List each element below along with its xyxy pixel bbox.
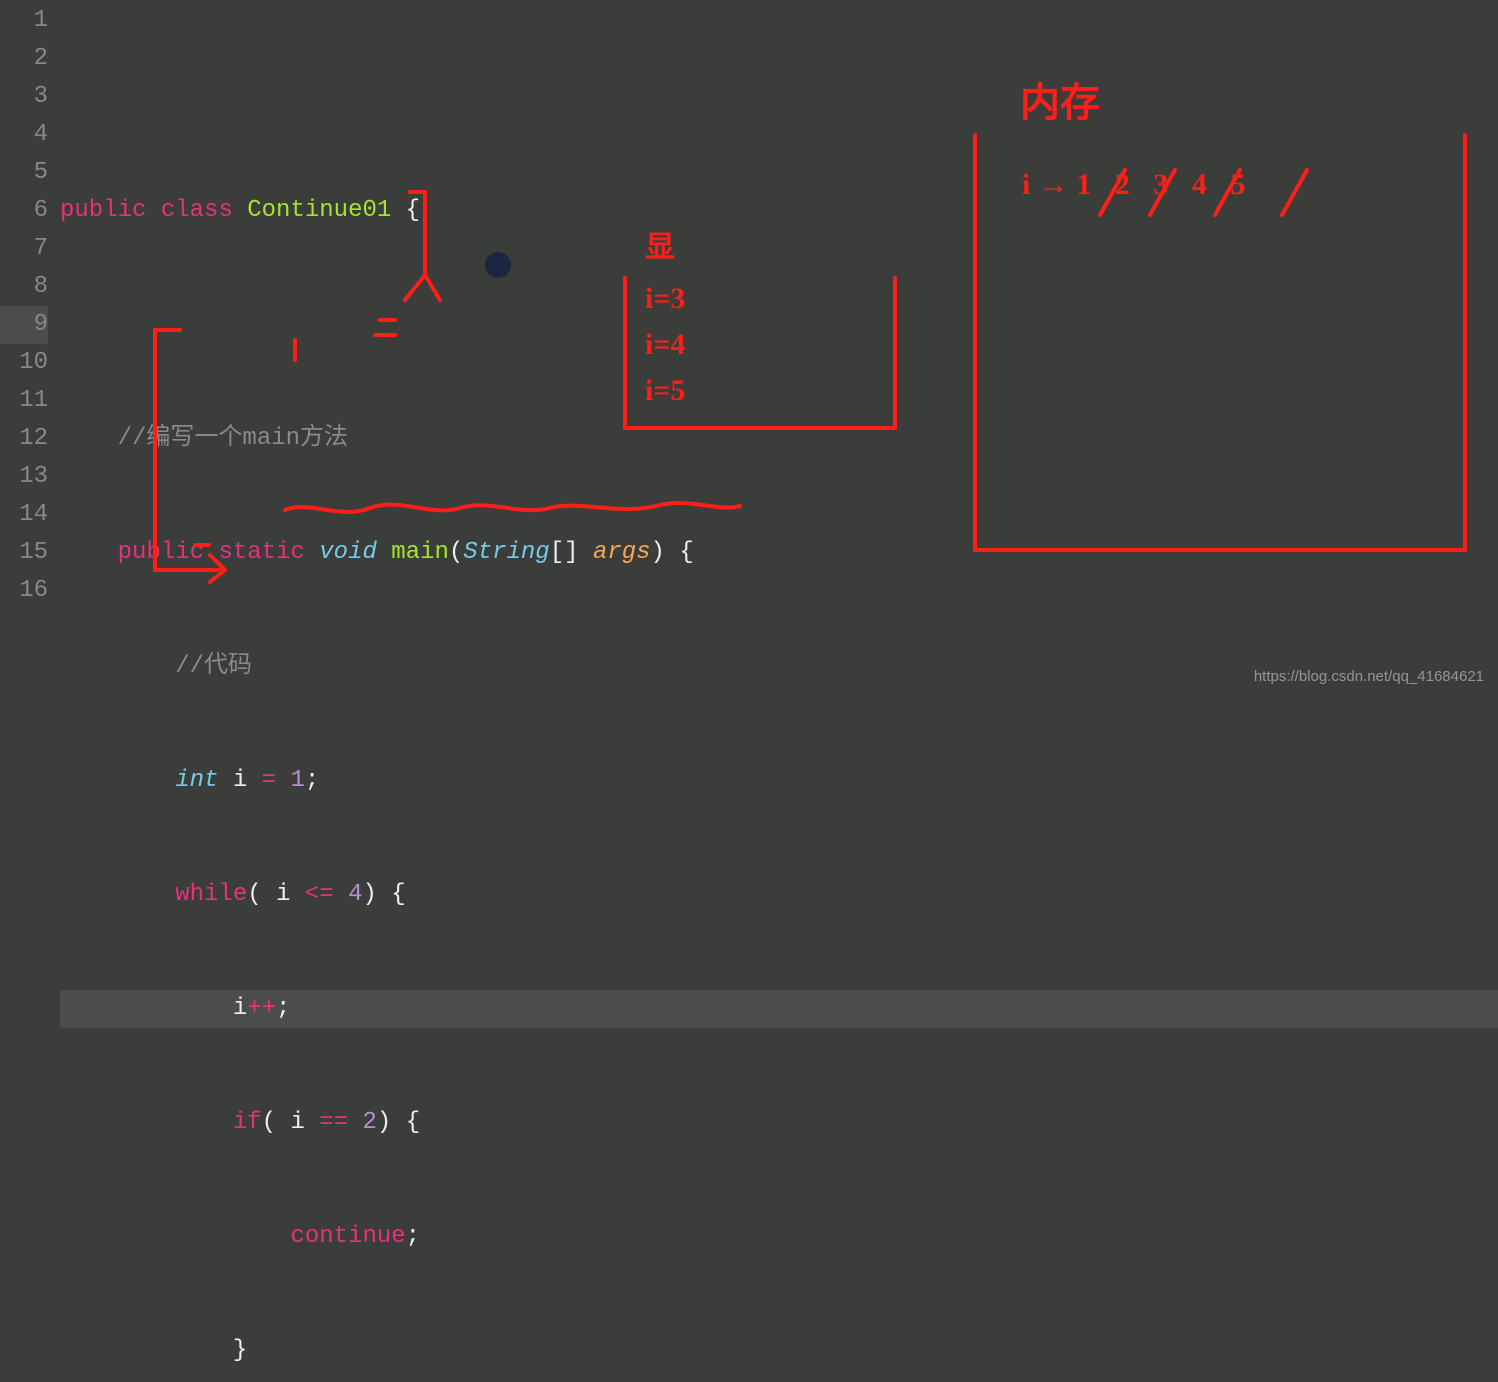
breakpoint-marker — [485, 252, 511, 278]
line-number: 10 — [0, 344, 48, 382]
line-number: 16 — [0, 572, 48, 610]
code-line: public class Continue01 { — [60, 192, 1498, 230]
line-number: 12 — [0, 420, 48, 458]
line-number: 7 — [0, 230, 48, 268]
code-line — [60, 78, 1498, 116]
line-number: 1 — [0, 2, 48, 40]
code-line: public static void main(String[] args) { — [60, 534, 1498, 572]
code-line: continue; — [60, 1218, 1498, 1256]
code-line: while( i <= 4) { — [60, 876, 1498, 914]
line-number: 14 — [0, 496, 48, 534]
code-line — [60, 306, 1498, 344]
code-line: if( i == 2) { — [60, 1104, 1498, 1142]
line-number: 8 — [0, 268, 48, 306]
code-line: i++; — [60, 990, 1498, 1028]
code-line: int i = 1; — [60, 762, 1498, 800]
line-number: 2 — [0, 40, 48, 78]
line-number: 15 — [0, 534, 48, 572]
code-content[interactable]: public class Continue01 { //编写一个main方法 p… — [60, 0, 1498, 691]
line-number: 4 — [0, 116, 48, 154]
line-gutter: 1 2 3 4 5 6 7 8 9 10 11 12 13 14 15 16 — [0, 0, 60, 691]
annotation-output-title: 显 — [645, 222, 675, 266]
line-number: 6 — [0, 192, 48, 230]
code-editor[interactable]: 1 2 3 4 5 6 7 8 9 10 11 12 13 14 15 16 p… — [0, 0, 1498, 691]
watermark: https://blog.csdn.net/qq_41684621 — [1254, 668, 1484, 685]
annotation-output-line: i=5 — [645, 374, 685, 408]
line-number: 11 — [0, 382, 48, 420]
annotation-memory-values: i→1 2 3 4 5 — [1022, 168, 1253, 202]
annotation-output-line: i=4 — [645, 328, 685, 362]
line-number: 9 — [0, 306, 48, 344]
annotation-output-line: i=3 — [645, 282, 685, 316]
annotation-memory-title: 内存 — [1020, 70, 1100, 128]
line-number: 3 — [0, 78, 48, 116]
code-line: } — [60, 1332, 1498, 1370]
line-number: 5 — [0, 154, 48, 192]
line-number: 13 — [0, 458, 48, 496]
code-line: //编写一个main方法 — [60, 420, 1498, 458]
